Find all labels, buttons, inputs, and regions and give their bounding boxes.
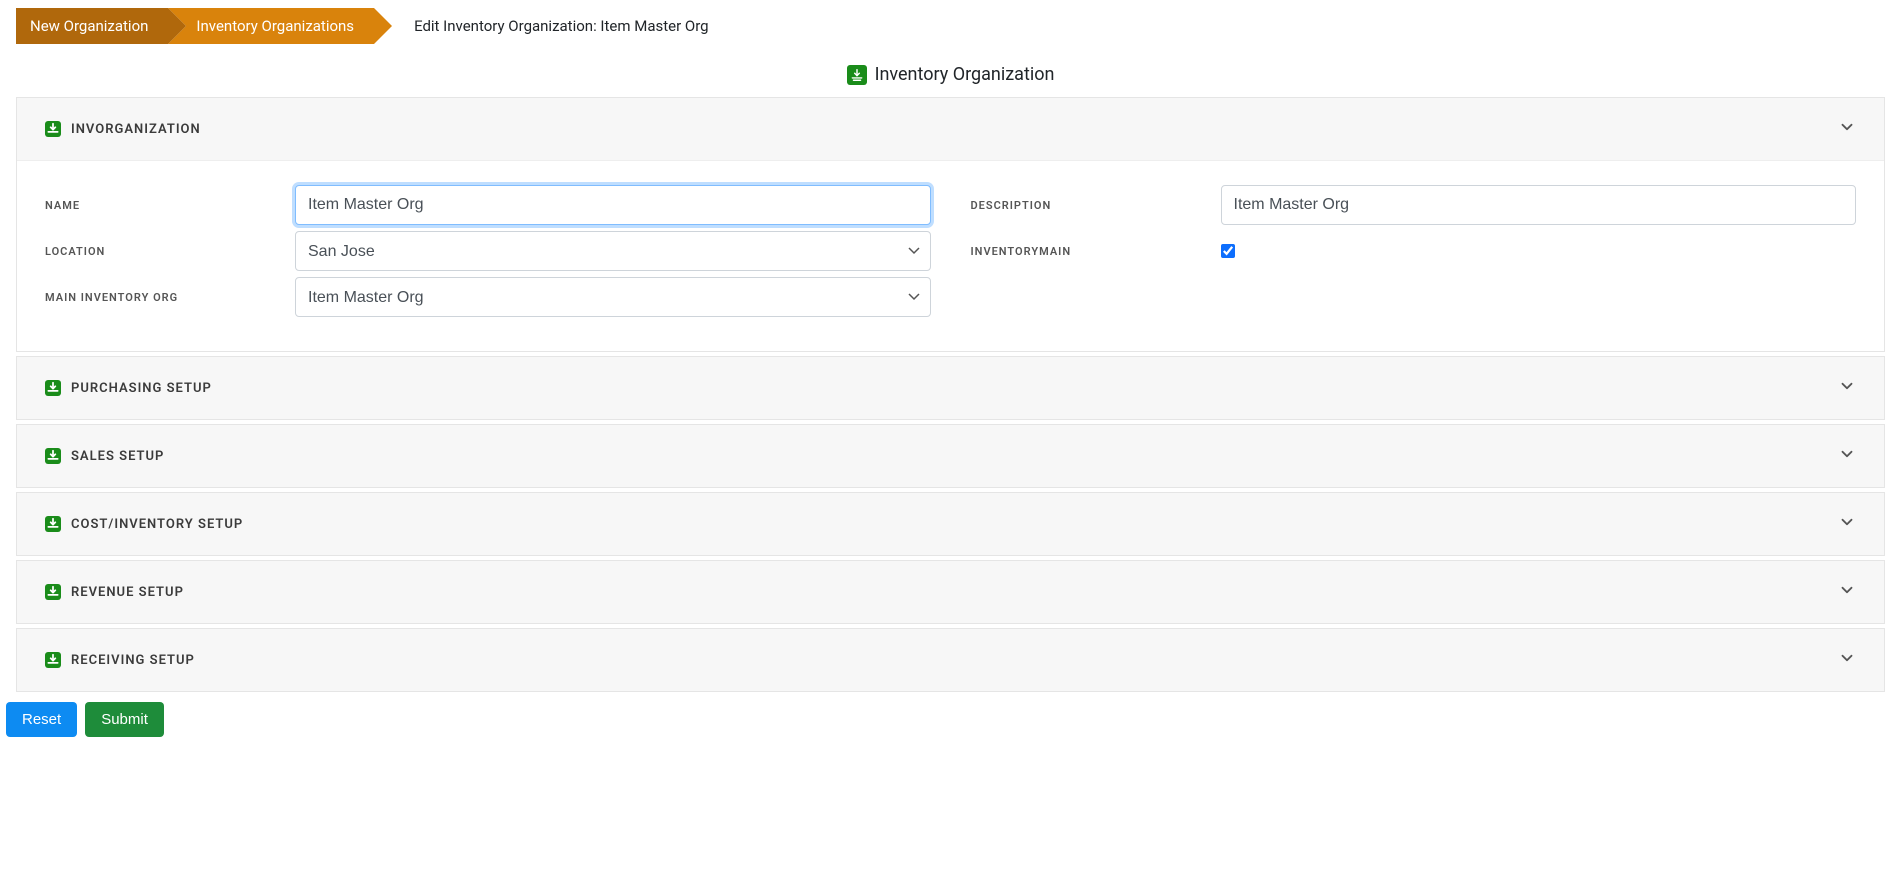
panel-header-cost-inventory[interactable]: COST/INVENTORY SETUP	[17, 493, 1884, 555]
name-input[interactable]	[295, 185, 931, 225]
label-name: NAME	[45, 199, 295, 212]
panel-title: PURCHASING SETUP	[71, 381, 212, 396]
panel-purchasing-setup: PURCHASING SETUP	[16, 356, 1885, 420]
inventory-icon	[45, 121, 61, 137]
panel-header-purchasing[interactable]: PURCHASING SETUP	[17, 357, 1884, 419]
panel-title: INVORGANIZATION	[71, 122, 201, 137]
inventory-icon	[45, 584, 61, 600]
inventorymain-checkbox[interactable]	[1221, 244, 1235, 258]
inventory-icon	[45, 516, 61, 532]
panel-title: COST/INVENTORY SETUP	[71, 517, 243, 532]
label-description: DESCRIPTION	[971, 199, 1221, 212]
location-select[interactable]: San Jose	[295, 231, 931, 271]
panel-header-receiving[interactable]: RECEIVING SETUP	[17, 629, 1884, 691]
breadcrumb-inventory-organizations[interactable]: Inventory Organizations	[168, 8, 374, 44]
inventory-icon	[45, 448, 61, 464]
submit-button[interactable]: Submit	[85, 702, 164, 737]
page-title: Inventory Organization	[875, 64, 1055, 85]
panel-receiving-setup: RECEIVING SETUP	[16, 628, 1885, 692]
label-inventorymain: INVENTORYMAIN	[971, 245, 1221, 258]
chevron-down-icon	[1838, 581, 1856, 603]
breadcrumb-new-organization[interactable]: New Organization	[16, 8, 168, 44]
description-input[interactable]	[1221, 185, 1857, 225]
inventory-icon	[45, 652, 61, 668]
inventory-icon	[847, 65, 867, 85]
panel-title: SALES SETUP	[71, 449, 164, 464]
main-inventory-org-select[interactable]: Item Master Org	[295, 277, 931, 317]
breadcrumb-current: Edit Inventory Organization: Item Master…	[374, 17, 709, 35]
breadcrumb-current-label: Edit Inventory Organization: Item Master…	[414, 17, 709, 35]
panel-title: REVENUE SETUP	[71, 585, 184, 600]
chevron-down-icon	[1838, 649, 1856, 671]
form-actions: Reset Submit	[0, 696, 1901, 743]
panel-header-revenue[interactable]: REVENUE SETUP	[17, 561, 1884, 623]
breadcrumb: New Organization Inventory Organizations…	[0, 8, 1901, 44]
panel-revenue-setup: REVENUE SETUP	[16, 560, 1885, 624]
panel-sales-setup: SALES SETUP	[16, 424, 1885, 488]
panel-invorganization: INVORGANIZATION NAME LOCATION San Jose	[16, 97, 1885, 352]
panel-header-sales[interactable]: SALES SETUP	[17, 425, 1884, 487]
reset-button[interactable]: Reset	[6, 702, 77, 737]
page-title-wrap: Inventory Organization	[0, 64, 1901, 85]
panel-cost-inventory-setup: COST/INVENTORY SETUP	[16, 492, 1885, 556]
inventory-icon	[45, 380, 61, 396]
label-main-inventory-org: MAIN INVENTORY ORG	[45, 291, 295, 304]
chevron-down-icon	[1838, 377, 1856, 399]
breadcrumb-label: New Organization	[30, 17, 148, 35]
panel-title: RECEIVING SETUP	[71, 653, 195, 668]
label-location: LOCATION	[45, 245, 295, 258]
panel-header-invorganization[interactable]: INVORGANIZATION	[17, 98, 1884, 160]
chevron-down-icon	[1838, 445, 1856, 467]
breadcrumb-label: Inventory Organizations	[196, 17, 354, 35]
chevron-down-icon	[1838, 513, 1856, 535]
chevron-down-icon	[1838, 118, 1856, 140]
panel-body-invorganization: NAME LOCATION San Jose MAIN INVENTORY OR…	[17, 160, 1884, 351]
panels-container: INVORGANIZATION NAME LOCATION San Jose	[0, 97, 1901, 692]
